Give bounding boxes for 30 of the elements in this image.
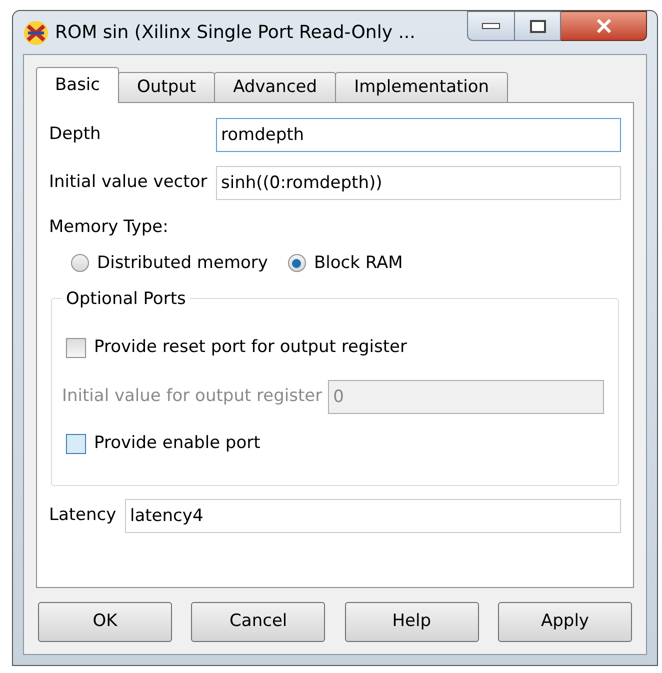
radio-label: Distributed memory: [97, 252, 268, 274]
dialog-button[interactable]: Help: [344, 602, 479, 642]
app-logo-icon: [23, 20, 49, 46]
tab[interactable]: Basic: [36, 67, 120, 103]
section-label: Memory Type:: [49, 216, 170, 239]
field-label: Depth: [49, 123, 102, 146]
maximize-button[interactable]: [515, 11, 561, 41]
checkbox-label: Provide enable port: [94, 432, 260, 456]
dialog-button[interactable]: Cancel: [191, 602, 326, 642]
initial-value-field[interactable]: sinh((0:romdepth)): [216, 166, 621, 200]
field-label: Initial value for output register: [62, 385, 322, 408]
radio-button[interactable]: [71, 254, 89, 272]
field-label: Initial value vector: [49, 171, 208, 194]
latency-field[interactable]: latency4: [125, 499, 621, 533]
tab[interactable]: Output: [118, 72, 216, 103]
dialog-button[interactable]: Apply: [498, 602, 632, 642]
dialog-button[interactable]: OK: [38, 602, 172, 642]
tab[interactable]: Implementation: [335, 72, 508, 103]
minimize-button[interactable]: [467, 11, 515, 41]
checkbox-label: Provide reset port for output register: [94, 336, 407, 360]
close-button[interactable]: [561, 11, 647, 41]
radio-button[interactable]: [288, 254, 306, 272]
close-icon: [596, 19, 612, 33]
checkbox[interactable]: [66, 338, 86, 358]
checkbox[interactable]: [66, 434, 86, 454]
depth-field[interactable]: romdepth: [216, 118, 621, 152]
tab[interactable]: Advanced: [214, 72, 336, 103]
radio-label: Block RAM: [314, 252, 403, 274]
field-label: Latency: [49, 504, 118, 528]
window-title: ROM sin (Xilinx Single Port Read-Only ...: [55, 21, 416, 45]
